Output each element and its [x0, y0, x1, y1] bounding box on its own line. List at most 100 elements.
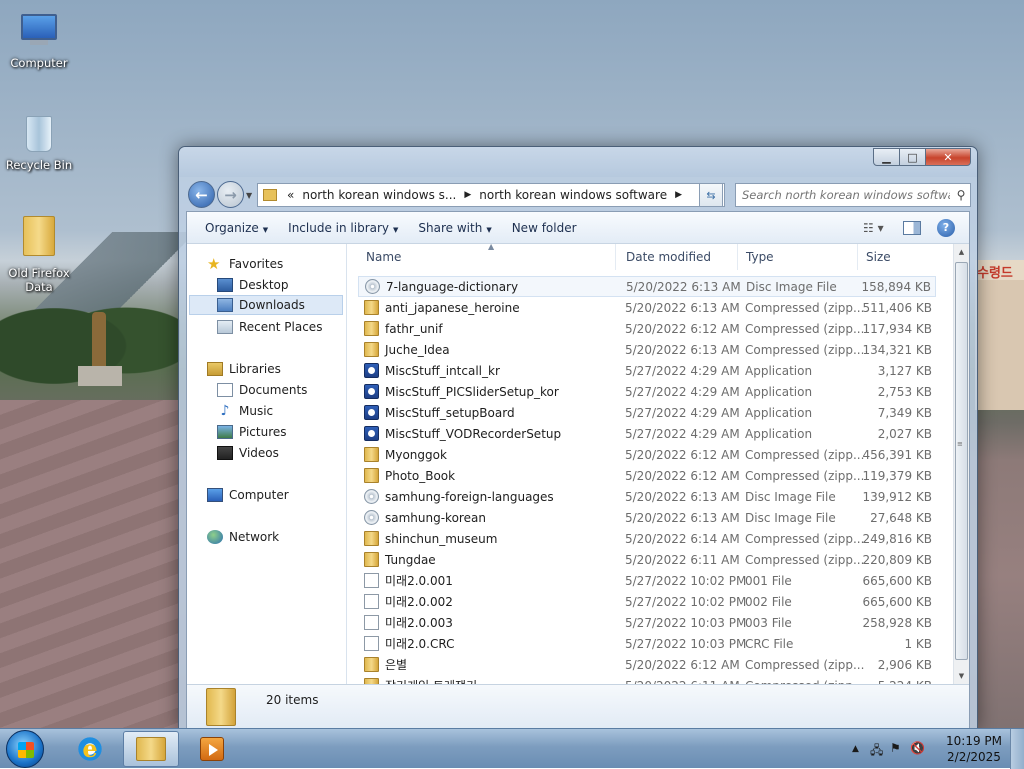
taskbar-internet-explorer[interactable]: e: [62, 731, 118, 767]
file-date: 5/20/2022 6:12 AM: [625, 321, 740, 336]
title-bar[interactable]: ▁ □ ✕: [179, 147, 977, 177]
maximize-button[interactable]: □: [899, 148, 926, 166]
column-header-size[interactable]: Size: [858, 244, 938, 270]
close-button[interactable]: ✕: [925, 148, 971, 166]
file-row[interactable]: Myonggok 5/20/2022 6:12 AM Compressed (zip…: [358, 444, 936, 465]
scrollbar-thumb[interactable]: [955, 262, 968, 660]
recent-places-icon: [217, 320, 233, 334]
file-type: Compressed (zipp...: [745, 552, 865, 567]
file-row[interactable]: 미래2.0.003 5/27/2022 10:03 PM 003 File 258,9…: [358, 612, 936, 633]
chevron-right-icon[interactable]: ▶: [671, 190, 686, 200]
file-type: Disc Image File: [745, 489, 836, 504]
desktop-icon-computer[interactable]: Computer: [2, 10, 76, 70]
nav-network[interactable]: Network: [207, 527, 279, 547]
nav-computer[interactable]: Computer: [207, 485, 289, 505]
show-hidden-icons[interactable]: ▲: [852, 744, 859, 754]
file-name-cell: 은별: [364, 656, 407, 673]
file-row[interactable]: MiscStuff_PICSliderSetup_kor 5/27/2022 4:…: [358, 381, 936, 402]
action-center-flag-icon[interactable]: ⚑: [890, 741, 901, 755]
file-row[interactable]: MiscStuff_setupBoard 5/27/2022 4:29 AM App…: [358, 402, 936, 423]
view-controls: ☷ ▾ ?: [863, 218, 969, 237]
desktop-icon-old-firefox-data[interactable]: Old Firefox Data: [2, 216, 76, 294]
file-row[interactable]: anti_japanese_heroine 5/20/2022 6:13 AM Co…: [358, 297, 936, 318]
file-row[interactable]: 장기게임 트레잭기5/20/2022 6:11 AMCompressed (zi…: [358, 675, 936, 684]
file-row[interactable]: Juche_Idea 5/20/2022 6:13 AM Compressed (z…: [358, 339, 936, 360]
start-button[interactable]: [6, 730, 44, 768]
chevron-right-icon[interactable]: ▶: [460, 190, 475, 200]
share-with-button[interactable]: Share with ▼: [408, 221, 501, 235]
breadcrumb-segment[interactable]: north korean windows software: [475, 188, 671, 202]
zip-folder-icon: [364, 447, 379, 462]
file-date: 5/27/2022 4:29 AM: [625, 363, 740, 378]
nav-libraries[interactable]: Libraries: [207, 359, 281, 379]
zip-folder-icon: [364, 321, 379, 336]
minimize-button[interactable]: ▁: [873, 148, 900, 166]
file-row[interactable]: MiscStuff_intcall_kr 5/27/2022 4:29 AM App…: [358, 360, 936, 381]
change-view-icon[interactable]: ☷ ▾: [863, 221, 885, 235]
address-overflow[interactable]: «: [283, 188, 298, 202]
clock[interactable]: 10:19 PM 2/2/2025: [946, 733, 1002, 765]
address-bar[interactable]: « north korean windows s... ▶ north kore…: [257, 183, 725, 207]
organize-button[interactable]: Organize ▼: [195, 221, 278, 235]
file-row[interactable]: Photo_Book 5/20/2022 6:12 AM Compressed (z…: [358, 465, 936, 486]
help-icon[interactable]: ?: [937, 218, 955, 237]
file-type: CRC File: [745, 636, 794, 651]
file-name: MiscStuff_setupBoard: [385, 405, 515, 420]
taskbar-windows-explorer[interactable]: [123, 731, 179, 767]
volume-muted-icon[interactable]: 🔇: [910, 741, 925, 755]
file-date: 5/20/2022 6:13 AM: [625, 300, 740, 315]
column-header-date-modified[interactable]: Date modified: [618, 244, 738, 270]
include-in-library-button[interactable]: Include in library ▼: [278, 221, 408, 235]
file-row[interactable]: 미래2.0.CRC 5/27/2022 10:03 PM CRC File 1 KB: [358, 633, 936, 654]
nav-documents[interactable]: Documents: [217, 380, 307, 400]
file-icon: [364, 573, 379, 588]
file-row[interactable]: Tungdae 5/20/2022 6:11 AM Compressed (zipp…: [358, 549, 936, 570]
content-frame: Organize ▼ Include in library ▼ Share with…: [186, 211, 970, 729]
file-row[interactable]: samhung-korean 5/20/2022 6:13 AM Disc Imag…: [358, 507, 936, 528]
wallpaper-building: [975, 260, 1024, 410]
file-date: 5/20/2022 6:13 AM: [625, 489, 740, 504]
file-row[interactable]: samhung-foreign-languages 5/20/2022 6:13 …: [358, 486, 936, 507]
clock-date: 2/2/2025: [947, 750, 1001, 764]
back-arrow-icon: ←: [195, 185, 208, 204]
file-row[interactable]: shinchun_museum 5/20/2022 6:14 AM Compress…: [358, 528, 936, 549]
sort-ascending-icon: ▲: [488, 244, 495, 251]
file-name: Myonggok: [385, 447, 447, 462]
preview-pane-icon[interactable]: [903, 220, 921, 235]
file-type: Compressed (zipp...: [745, 531, 865, 546]
nav-desktop[interactable]: Desktop: [217, 275, 289, 295]
scroll-up-icon[interactable]: ▲: [954, 244, 969, 260]
nav-videos[interactable]: Videos: [217, 443, 279, 463]
file-name: anti_japanese_heroine: [385, 300, 520, 315]
refresh-button[interactable]: ⇆: [699, 183, 723, 207]
new-folder-button[interactable]: New folder: [502, 221, 587, 235]
desktop-icon-recycle-bin[interactable]: Recycle Bin: [2, 114, 76, 172]
search-box[interactable]: ⚲: [735, 183, 971, 207]
network-status-icon[interactable]: 🖧: [870, 741, 883, 762]
vertical-scrollbar[interactable]: ▲ ≡ ▼: [953, 244, 969, 684]
search-icon[interactable]: ⚲: [952, 188, 970, 202]
file-row[interactable]: 미래2.0.001 5/27/2022 10:02 PM 001 File 665,6…: [358, 570, 936, 591]
taskbar-media-player[interactable]: [184, 731, 240, 767]
file-row[interactable]: 미래2.0.002 5/27/2022 10:02 PM 002 File 665,6…: [358, 591, 936, 612]
nav-favorites[interactable]: ★ Favorites: [207, 254, 283, 274]
nav-pictures[interactable]: Pictures: [217, 422, 287, 442]
file-name-cell: 장기게임 트레잭기: [364, 677, 477, 684]
column-header-type[interactable]: Type: [738, 244, 858, 270]
file-row[interactable]: MiscStuff_VODRecorderSetup 5/27/2022 4:29…: [358, 423, 936, 444]
scroll-down-icon[interactable]: ▼: [954, 668, 969, 684]
breadcrumb-segment[interactable]: north korean windows s...: [298, 188, 460, 202]
file-row[interactable]: fathr_unif 5/20/2022 6:12 AM Compressed (z…: [358, 318, 936, 339]
nav-downloads[interactable]: Downloads: [189, 295, 343, 315]
search-input[interactable]: [736, 187, 952, 203]
nav-music[interactable]: ♪ Music: [217, 401, 274, 421]
file-row[interactable]: 7-language-dictionary 5/20/2022 6:13 AM Di…: [358, 276, 936, 297]
recent-pages-dropdown[interactable]: ▼: [246, 191, 252, 200]
nav-recent-places[interactable]: Recent Places: [217, 317, 322, 337]
forward-button[interactable]: →: [217, 181, 244, 208]
column-header-name[interactable]: Name ▲: [358, 244, 616, 270]
back-button[interactable]: ←: [188, 181, 215, 208]
file-row[interactable]: 은별 5/20/2022 6:12 AM Compressed (zipp... 2,…: [358, 654, 936, 675]
show-desktop-button[interactable]: [1010, 729, 1024, 769]
file-name-cell: 미래2.0.001: [364, 572, 453, 589]
